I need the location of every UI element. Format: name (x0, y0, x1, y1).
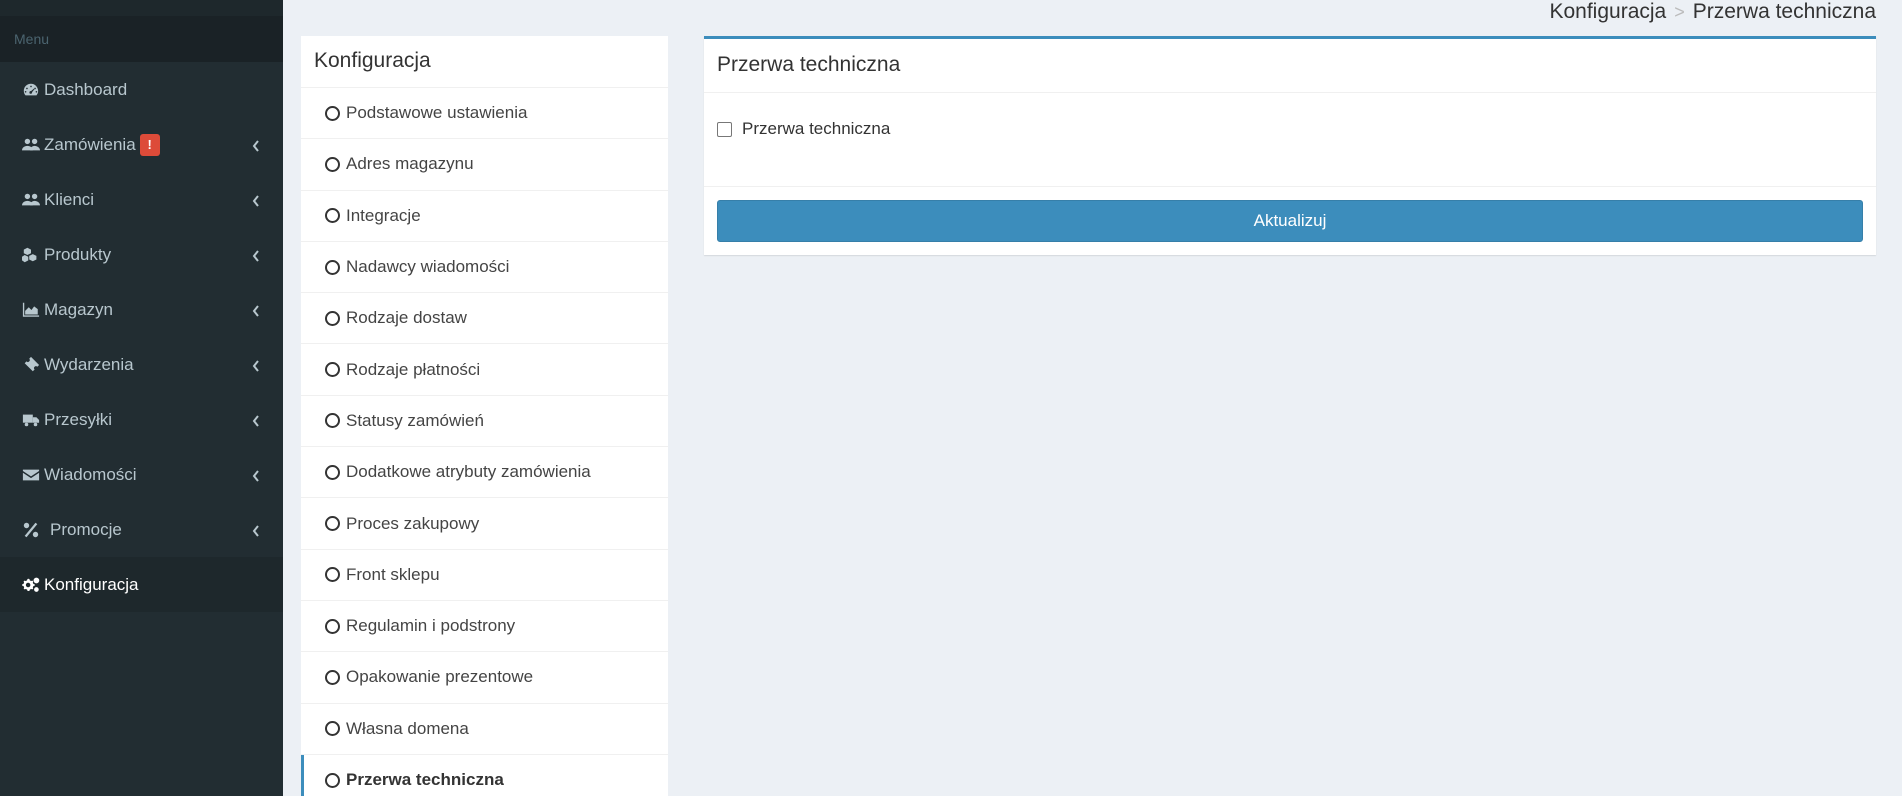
update-button[interactable]: Aktualizuj (717, 200, 1863, 242)
maintenance-checkbox[interactable] (717, 121, 732, 137)
sidebar-item-label: Przesyłki (44, 409, 113, 429)
circle-icon (325, 208, 340, 224)
dashboard-icon (20, 81, 42, 99)
config-menu-item-label: Front sklepu (346, 564, 440, 584)
maintenance-panel-title: Przerwa techniczna (704, 39, 1876, 93)
maintenance-panel: Przerwa techniczna Przerwa techniczna Ak… (704, 36, 1876, 255)
circle-icon (325, 464, 340, 480)
users-icon (20, 136, 42, 154)
config-menu-panel: Konfiguracja Podstawowe ustawienia Adres … (301, 36, 668, 796)
sidebar-item-clients[interactable]: Klienci (0, 172, 283, 227)
breadcrumb-separator: > (1674, 1, 1685, 22)
config-menu-item[interactable]: Rodzaje dostaw (301, 293, 668, 345)
sidebar-item-promotions[interactable]: Promocje (0, 502, 283, 557)
sidebar-header: Menu (0, 16, 283, 62)
config-menu-item[interactable]: Dodatkowe atrybuty zamówienia (301, 447, 668, 499)
maintenance-panel-footer: Aktualizuj (704, 187, 1876, 255)
config-menu-item-label: Integracje (346, 205, 421, 225)
config-menu-item[interactable]: Własna domena (301, 704, 668, 755)
chevron-left-icon (251, 358, 261, 372)
config-menu-list: Podstawowe ustawienia Adres magazynu Integ… (301, 88, 668, 796)
breadcrumb-parent-link[interactable]: Konfiguracja (1549, 0, 1666, 24)
config-menu-item-label: Adres magazynu (346, 154, 474, 174)
circle-icon (325, 669, 340, 685)
circle-icon (325, 105, 340, 121)
config-menu-item-label: Dodatkowe atrybuty zamówienia (346, 462, 591, 482)
sidebar: Menu Dashboard Zamówienia ! Klienci Prod… (0, 0, 283, 796)
chevron-left-icon (251, 138, 261, 152)
circle-icon (325, 413, 340, 429)
chevron-left-icon (251, 468, 261, 482)
config-menu-item[interactable]: Opakowanie prezentowe (301, 652, 668, 704)
sidebar-item-events[interactable]: Wydarzenia (0, 337, 283, 392)
config-menu-item[interactable]: Proces zakupowy (301, 498, 668, 550)
config-menu-item[interactable]: Front sklepu (301, 550, 668, 601)
config-menu-item[interactable]: Rodzaje płatności (301, 344, 668, 396)
sidebar-top-bar (0, 0, 283, 16)
circle-icon (325, 362, 340, 378)
config-menu-item-label: Nadawcy wiadomości (346, 257, 510, 277)
breadcrumb-current: Przerwa techniczna (1692, 0, 1876, 23)
chevron-left-icon (251, 413, 261, 427)
config-menu-item[interactable]: Integracje (301, 191, 668, 242)
sidebar-item-label: Produkty (44, 244, 112, 264)
sidebar-item-label: Wydarzenia (44, 354, 134, 374)
sidebar-item-label: Konfiguracja (44, 574, 139, 594)
circle-icon (325, 567, 340, 583)
config-menu-item-label: Rodzaje płatności (346, 359, 481, 379)
chevron-left-icon (251, 523, 261, 537)
sidebar-item-orders[interactable]: Zamówienia ! (0, 117, 283, 172)
config-menu-item[interactable]: Nadawcy wiadomości (301, 242, 668, 294)
config-menu-item-label: Proces zakupowy (346, 513, 480, 533)
chevron-left-icon (251, 193, 261, 207)
sidebar-item-warehouse[interactable]: Magazyn (0, 282, 283, 337)
cubes-icon (20, 246, 42, 264)
circle-icon (325, 772, 340, 788)
sidebar-item-label: Wiadomości (44, 464, 137, 484)
config-menu-item[interactable]: Przerwa techniczna (301, 754, 668, 796)
config-menu-item[interactable]: Adres magazynu (301, 139, 668, 191)
chevron-left-icon (251, 248, 261, 262)
config-menu-item-label: Podstawowe ustawienia (346, 103, 528, 123)
orders-alert-badge: ! (139, 133, 160, 156)
envelope-icon (20, 466, 42, 484)
config-menu-item[interactable]: Podstawowe ustawienia (301, 88, 668, 140)
sidebar-item-messages[interactable]: Wiadomości (0, 447, 283, 502)
sidebar-item-products[interactable]: Produkty (0, 227, 283, 282)
config-menu-title: Konfiguracja (301, 36, 668, 88)
config-menu-item-label: Opakowanie prezentowe (346, 667, 534, 687)
maintenance-checkbox-row[interactable]: Przerwa techniczna (717, 119, 1863, 139)
maintenance-checkbox-label: Przerwa techniczna (742, 119, 891, 138)
users-icon (20, 191, 42, 209)
chevron-left-icon (251, 303, 261, 317)
maintenance-panel-body: Przerwa techniczna (704, 93, 1876, 187)
truck-icon (20, 411, 42, 429)
sidebar-item-label: Dashboard (44, 79, 128, 99)
breadcrumb: Konfiguracja > Przerwa techniczna (1549, 0, 1876, 24)
cogs-icon (20, 576, 42, 594)
config-menu-item-label: Własna domena (346, 718, 469, 738)
sidebar-item-label: Klienci (44, 189, 95, 209)
config-menu-item-label: Statusy zamówień (346, 410, 484, 430)
sidebar-item-dashboard[interactable]: Dashboard (0, 62, 283, 117)
ticket-icon (20, 356, 42, 374)
config-menu-item-label: Rodzaje dostaw (346, 308, 467, 328)
circle-icon (325, 259, 340, 275)
config-menu-item[interactable]: Regulamin i podstrony (301, 601, 668, 653)
config-menu-item-label: Regulamin i podstrony (346, 616, 516, 636)
sidebar-item-label: Promocje (50, 519, 122, 539)
circle-icon (325, 618, 340, 634)
sidebar-item-shipments[interactable]: Przesyłki (0, 392, 283, 447)
circle-icon (325, 516, 340, 532)
config-menu-item[interactable]: Statusy zamówień (301, 396, 668, 448)
circle-icon (325, 156, 340, 172)
sidebar-item-configuration[interactable]: Konfiguracja (0, 557, 283, 612)
circle-icon (325, 721, 340, 737)
sidebar-item-label: Magazyn (44, 299, 113, 319)
percent-icon (20, 521, 42, 539)
config-menu-item-label: Przerwa techniczna (346, 770, 504, 789)
circle-icon (325, 310, 340, 326)
sidebar-item-label: Zamówienia (44, 134, 136, 154)
area-chart-icon (20, 301, 42, 319)
